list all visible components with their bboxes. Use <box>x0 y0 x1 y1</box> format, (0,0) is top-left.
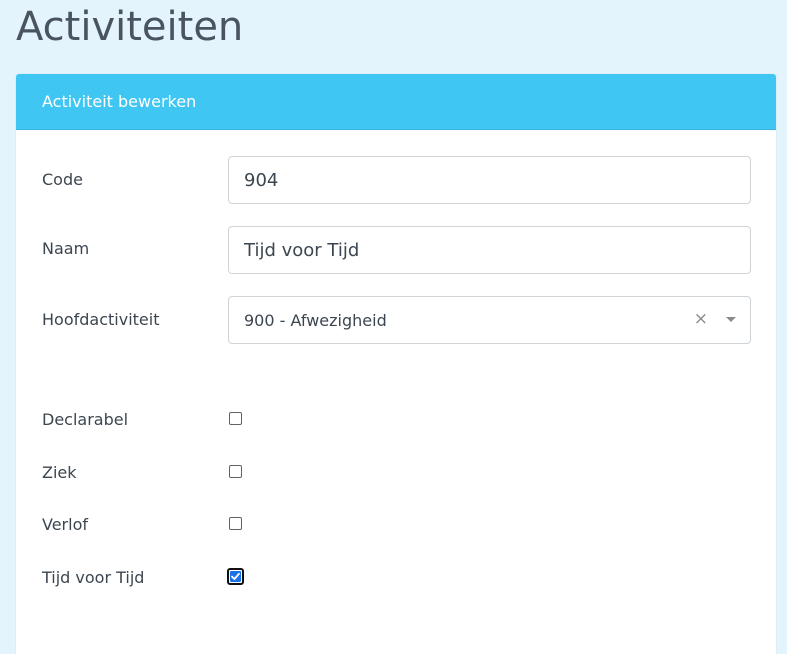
hoofdactiviteit-select[interactable]: 900 - Afwezigheid × <box>228 296 751 344</box>
code-row: Code <box>16 156 776 204</box>
check-icon <box>231 572 240 580</box>
code-input[interactable] <box>228 156 751 204</box>
hoofdactiviteit-label: Hoofdactiviteit <box>42 310 160 329</box>
declarabel-checkbox[interactable] <box>229 412 242 425</box>
verlof-checkbox[interactable] <box>229 517 242 530</box>
close-icon[interactable]: × <box>694 309 708 329</box>
tijd-voor-tijd-checkbox[interactable] <box>227 568 244 585</box>
chevron-down-icon[interactable] <box>726 317 736 322</box>
naam-row: Naam <box>16 226 776 274</box>
code-label: Code <box>42 170 83 189</box>
verlof-row: Verlof <box>16 513 776 537</box>
card-header: Activiteit bewerken <box>16 74 776 130</box>
hoofdactiviteit-selected-value: 900 - Afwezigheid <box>244 311 387 330</box>
ziek-row: Ziek <box>16 461 776 485</box>
naam-label: Naam <box>42 239 90 258</box>
tijd-voor-tijd-label: Tijd voor Tijd <box>42 568 145 587</box>
ziek-label: Ziek <box>42 463 77 482</box>
edit-activity-card: Activiteit bewerken Code Naam Hoofdactiv… <box>16 74 776 654</box>
tijd-voor-tijd-row: Tijd voor Tijd <box>16 566 776 590</box>
ziek-checkbox[interactable] <box>229 465 242 478</box>
declarabel-row: Declarabel <box>16 408 776 432</box>
declarabel-label: Declarabel <box>42 410 129 429</box>
verlof-label: Verlof <box>42 515 88 534</box>
naam-input[interactable] <box>228 226 751 274</box>
hoofdactiviteit-row: Hoofdactiviteit 900 - Afwezigheid × <box>16 296 776 344</box>
page-title: Activiteiten <box>16 4 244 50</box>
